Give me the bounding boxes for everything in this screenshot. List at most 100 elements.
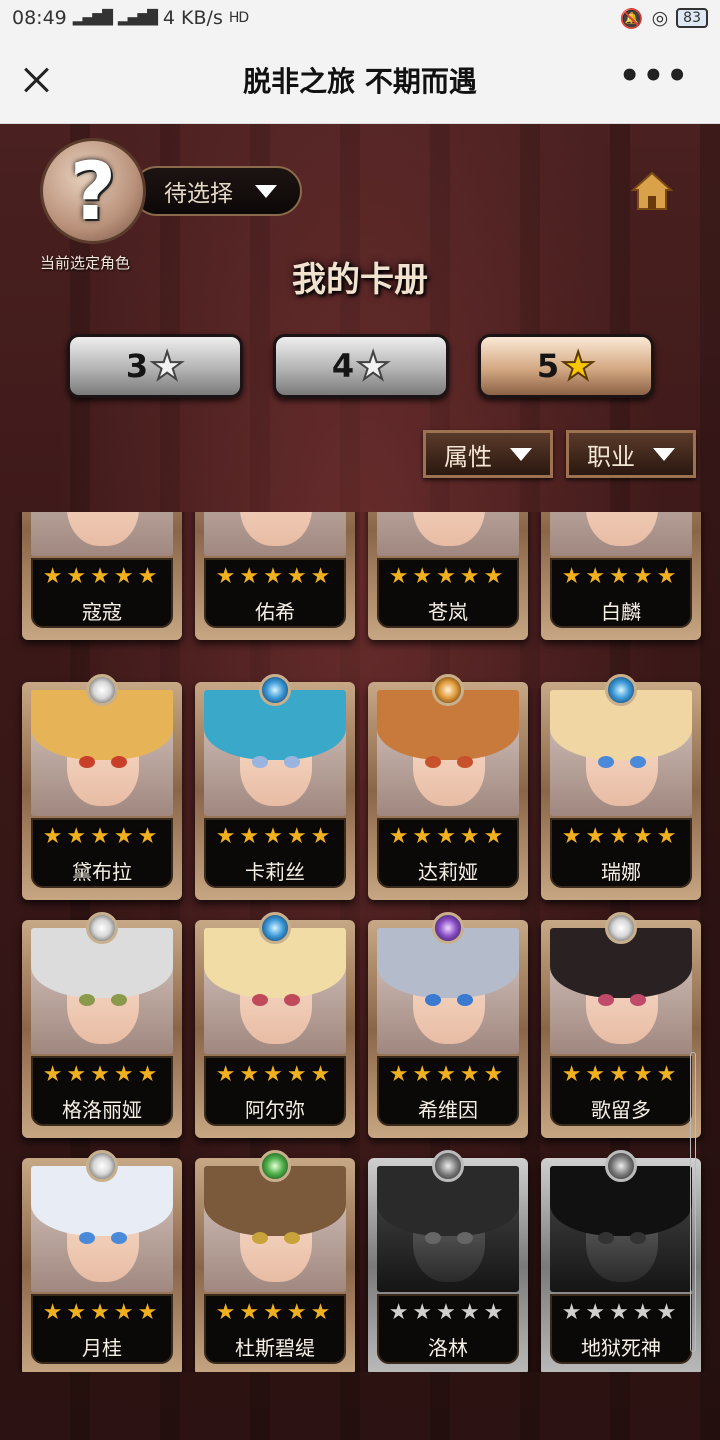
character-card[interactable]: ★★★★★ 歌留多 <box>541 912 701 1138</box>
dropdown-arrow-icon <box>653 447 675 461</box>
dropdown-arrow-icon <box>510 447 532 461</box>
character-name: 瑞娜 <box>601 860 641 884</box>
lock-rotation-icon: ◎ <box>651 7 669 29</box>
attribute-gem-icon <box>86 912 118 944</box>
character-portrait <box>31 1166 173 1292</box>
battery-icon: 83 <box>676 8 708 28</box>
character-name: 达莉娅 <box>418 860 478 884</box>
card-nameplate: ★★★★★ 达莉娅 <box>377 818 519 888</box>
dropdown-arrow-icon <box>255 184 277 198</box>
scrollbar[interactable] <box>690 1052 696 1352</box>
attribute-gem-icon <box>605 674 637 706</box>
character-card[interactable]: ★★★★★ 杜斯碧缇 <box>195 1150 355 1372</box>
card-nameplate: ★★★★★ 白麟 <box>550 558 692 628</box>
card-nameplate: ★★★★★ 阿尔弥 <box>204 1056 346 1126</box>
character-portrait <box>31 512 173 556</box>
character-card[interactable]: ★★★★★ 寇寇 <box>22 512 182 640</box>
star-filter-5-button[interactable]: 5 ★ <box>478 334 654 398</box>
character-portrait <box>550 690 692 816</box>
card-nameplate: ★★★★★ 瑞娜 <box>550 818 692 888</box>
character-portrait <box>204 690 346 816</box>
card-nameplate: ★★★★★ 苍岚 <box>377 558 519 628</box>
attribute-gem-icon <box>605 1150 637 1182</box>
character-card[interactable]: ★★★★★ 洛林 <box>368 1150 528 1372</box>
star-filter-label: 4 <box>331 347 355 385</box>
character-portrait <box>204 512 346 556</box>
star-rating: ★★★★★ <box>561 564 681 589</box>
star-rating: ★★★★★ <box>42 1062 162 1087</box>
attribute-gem-icon <box>259 1150 291 1182</box>
character-name: 希维因 <box>418 1098 478 1122</box>
status-time: 08:49 <box>12 7 67 29</box>
class-filter-label: 职业 <box>587 442 635 471</box>
character-card[interactable]: ★★★★★ 卡莉丝 <box>195 674 355 900</box>
character-portrait <box>550 928 692 1054</box>
close-icon[interactable] <box>20 64 52 96</box>
network-speed: 4 KB/s <box>162 7 223 29</box>
character-name: 杜斯碧缇 <box>235 1336 315 1360</box>
star-rating: ★★★★★ <box>388 1300 508 1325</box>
star-filter-label: 3 <box>125 347 149 385</box>
star-rating: ★★★★★ <box>388 564 508 589</box>
more-options-icon[interactable]: ••• <box>619 59 690 93</box>
character-card[interactable]: ★★★★★ 黛布拉 <box>22 674 182 900</box>
card-nameplate: ★★★★★ 地狱死神 <box>550 1294 692 1364</box>
card-nameplate: ★★★★★ 希维因 <box>377 1056 519 1126</box>
character-name: 佑希 <box>255 600 295 624</box>
character-card[interactable]: ★★★★★ 佑希 <box>195 512 355 640</box>
attribute-gem-icon <box>432 912 464 944</box>
mute-icon: 🔕 <box>619 7 644 30</box>
character-card[interactable]: ★★★★★ 白麟 <box>541 512 701 640</box>
star-filter-4-button[interactable]: 4 ★ <box>273 334 449 398</box>
signal-icon: ▂▄▆█ <box>72 10 113 26</box>
role-select-label: 待选择 <box>164 181 233 207</box>
star-rating: ★★★★★ <box>215 1062 335 1087</box>
card-nameplate: ★★★★★ 月桂 <box>31 1294 173 1364</box>
star-rating: ★★★★★ <box>388 1062 508 1087</box>
character-portrait <box>31 928 173 1054</box>
star-rating: ★★★★★ <box>388 824 508 849</box>
character-name: 月桂 <box>82 1336 122 1360</box>
star-rating: ★★★★★ <box>561 824 681 849</box>
star-rating: ★★★★★ <box>215 564 335 589</box>
card-nameplate: ★★★★★ 寇寇 <box>31 558 173 628</box>
character-card[interactable]: ★★★★★ 瑞娜 <box>541 674 701 900</box>
attribute-gem-icon <box>86 1150 118 1182</box>
star-icon: ★ <box>560 343 596 389</box>
card-nameplate: ★★★★★ 黛布拉 <box>31 818 173 888</box>
character-portrait <box>550 512 692 556</box>
attribute-filter-dropdown[interactable]: 属性 <box>423 430 553 478</box>
character-card[interactable]: ★★★★★ 月桂 <box>22 1150 182 1372</box>
attribute-filter-label: 属性 <box>444 442 492 471</box>
character-card[interactable]: ★★★★★ 格洛丽娅 <box>22 912 182 1138</box>
character-card[interactable]: ★★★★★ 苍岚 <box>368 512 528 640</box>
card-nameplate: ★★★★★ 歌留多 <box>550 1056 692 1126</box>
attribute-gem-icon <box>259 674 291 706</box>
character-name: 苍岚 <box>428 600 468 624</box>
character-portrait <box>550 1166 692 1292</box>
home-icon[interactable] <box>631 170 673 212</box>
character-portrait <box>204 928 346 1054</box>
page-title-bar: 脱非之旅 不期而遇 <box>243 64 477 98</box>
character-card[interactable]: ★★★★★ 希维因 <box>368 912 528 1138</box>
role-select-dropdown[interactable]: 待选择 <box>132 166 302 216</box>
class-filter-dropdown[interactable]: 职业 <box>566 430 696 478</box>
character-name: 黛布拉 <box>72 860 132 884</box>
character-card[interactable]: ★★★★★ 阿尔弥 <box>195 912 355 1138</box>
star-filter-3-button[interactable]: 3 ★ <box>67 334 243 398</box>
star-rating: ★★★★★ <box>561 1062 681 1087</box>
star-rating: ★★★★★ <box>42 564 162 589</box>
attribute-gem-icon <box>432 674 464 706</box>
character-card[interactable]: ★★★★★ 地狱死神 <box>541 1150 701 1372</box>
card-nameplate: ★★★★★ 洛林 <box>377 1294 519 1364</box>
character-portrait <box>377 928 519 1054</box>
star-rating: ★★★★★ <box>42 824 162 849</box>
character-name: 地狱死神 <box>581 1336 661 1360</box>
star-rating: ★★★★★ <box>215 824 335 849</box>
character-card[interactable]: ★★★★★ 达莉娅 <box>368 674 528 900</box>
title-bar: 脱非之旅 不期而遇 ••• <box>0 36 720 124</box>
game-view: ? 待选择 当前选定角色 我的卡册 3 ★ 4 ★ 5 ★ 属性 职业 ★★★★… <box>0 124 720 1440</box>
star-rating: ★★★★★ <box>561 1300 681 1325</box>
selected-role-avatar[interactable]: ? <box>40 138 146 244</box>
card-album-title: 我的卡册 <box>292 260 428 300</box>
